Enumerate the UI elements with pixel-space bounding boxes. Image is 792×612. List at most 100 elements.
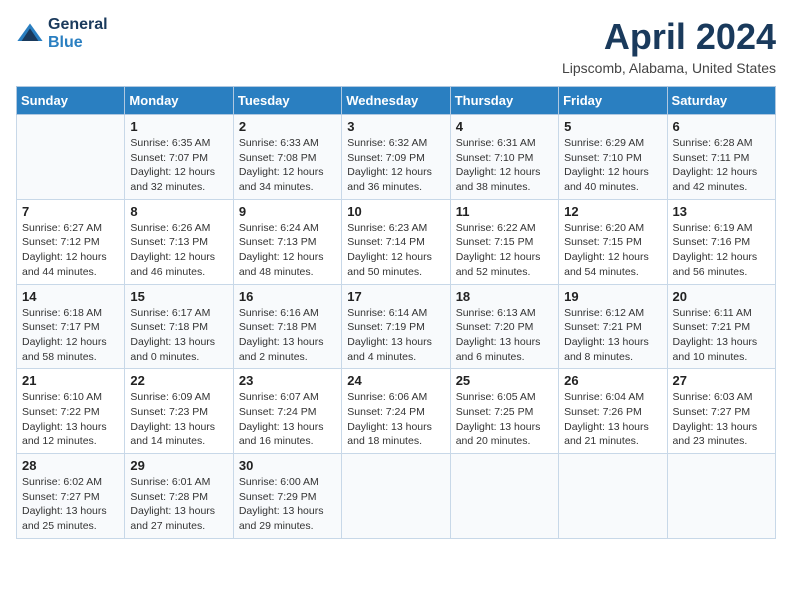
- day-number: 14: [22, 289, 119, 304]
- day-number: 20: [673, 289, 770, 304]
- day-number: 5: [564, 119, 661, 134]
- day-info: Sunrise: 6:07 AM Sunset: 7:24 PM Dayligh…: [239, 390, 336, 449]
- day-number: 23: [239, 373, 336, 388]
- weekday-header: Saturday: [667, 87, 775, 115]
- calendar-cell: [450, 454, 558, 539]
- day-number: 13: [673, 204, 770, 219]
- day-info: Sunrise: 6:23 AM Sunset: 7:14 PM Dayligh…: [347, 221, 444, 280]
- calendar-cell: 30Sunrise: 6:00 AM Sunset: 7:29 PM Dayli…: [233, 454, 341, 539]
- day-info: Sunrise: 6:14 AM Sunset: 7:19 PM Dayligh…: [347, 306, 444, 365]
- calendar-week-row: 14 Sunrise: 6:18 AM Sunset: 7:17 PM Dayli…: [17, 284, 776, 369]
- day-number: 22: [130, 373, 227, 388]
- day-number: 10: [347, 204, 444, 219]
- weekday-header: Friday: [559, 87, 667, 115]
- day-info: Sunrise: 6:31 AM Sunset: 7:10 PM Dayligh…: [456, 136, 553, 195]
- day-info: Sunrise: 6:35 AM Sunset: 7:07 PM Dayligh…: [130, 136, 227, 195]
- logo-icon: [16, 20, 44, 48]
- day-number: 18: [456, 289, 553, 304]
- day-info: Sunrise: 6:18 AM Sunset: 7:17 PM Dayligh…: [22, 306, 119, 365]
- day-number: 8: [130, 204, 227, 219]
- day-number: 9: [239, 204, 336, 219]
- calendar-cell: 20 Sunrise: 6:11 AM Sunset: 7:21 PM Dayli…: [667, 284, 775, 369]
- day-number: 7: [22, 204, 119, 219]
- day-info: Sunrise: 6:28 AM Sunset: 7:11 PM Dayligh…: [673, 136, 770, 195]
- day-info: Sunrise: 6:16 AM Sunset: 7:18 PM Dayligh…: [239, 306, 336, 365]
- day-number: 21: [22, 373, 119, 388]
- weekday-header: Monday: [125, 87, 233, 115]
- weekday-header-row: SundayMondayTuesdayWednesdayThursdayFrid…: [17, 87, 776, 115]
- day-number: 6: [673, 119, 770, 134]
- calendar-cell: 13Sunrise: 6:19 AM Sunset: 7:16 PM Dayli…: [667, 199, 775, 284]
- day-number: 17: [347, 289, 444, 304]
- calendar-cell: 23 Sunrise: 6:07 AM Sunset: 7:24 PM Dayli…: [233, 369, 341, 454]
- calendar-cell: [17, 115, 125, 200]
- calendar-table: SundayMondayTuesdayWednesdayThursdayFrid…: [16, 86, 776, 539]
- calendar-cell: 28 Sunrise: 6:02 AM Sunset: 7:27 PM Dayli…: [17, 454, 125, 539]
- day-info: Sunrise: 6:04 AM Sunset: 7:26 PM Dayligh…: [564, 390, 661, 449]
- day-number: 3: [347, 119, 444, 134]
- calendar-cell: 22 Sunrise: 6:09 AM Sunset: 7:23 PM Dayli…: [125, 369, 233, 454]
- calendar-subtitle: Lipscomb, Alabama, United States: [562, 60, 776, 76]
- weekday-header: Thursday: [450, 87, 558, 115]
- day-number: 26: [564, 373, 661, 388]
- day-info: Sunrise: 6:33 AM Sunset: 7:08 PM Dayligh…: [239, 136, 336, 195]
- calendar-cell: 25 Sunrise: 6:05 AM Sunset: 7:25 PM Dayli…: [450, 369, 558, 454]
- day-info: Sunrise: 6:27 AM Sunset: 7:12 PM Dayligh…: [22, 221, 119, 280]
- day-info: Sunrise: 6:29 AM Sunset: 7:10 PM Dayligh…: [564, 136, 661, 195]
- calendar-cell: 26 Sunrise: 6:04 AM Sunset: 7:26 PM Dayli…: [559, 369, 667, 454]
- day-info: Sunrise: 6:01 AM Sunset: 7:28 PM Dayligh…: [130, 475, 227, 534]
- day-number: 1: [130, 119, 227, 134]
- calendar-week-row: 21 Sunrise: 6:10 AM Sunset: 7:22 PM Dayli…: [17, 369, 776, 454]
- day-info: Sunrise: 6:22 AM Sunset: 7:15 PM Dayligh…: [456, 221, 553, 280]
- day-number: 28: [22, 458, 119, 473]
- calendar-cell: [342, 454, 450, 539]
- day-info: Sunrise: 6:11 AM Sunset: 7:21 PM Dayligh…: [673, 306, 770, 365]
- day-info: Sunrise: 6:20 AM Sunset: 7:15 PM Dayligh…: [564, 221, 661, 280]
- day-info: Sunrise: 6:32 AM Sunset: 7:09 PM Dayligh…: [347, 136, 444, 195]
- day-number: 2: [239, 119, 336, 134]
- calendar-cell: 14 Sunrise: 6:18 AM Sunset: 7:17 PM Dayli…: [17, 284, 125, 369]
- day-info: Sunrise: 6:06 AM Sunset: 7:24 PM Dayligh…: [347, 390, 444, 449]
- day-info: Sunrise: 6:26 AM Sunset: 7:13 PM Dayligh…: [130, 221, 227, 280]
- day-info: Sunrise: 6:05 AM Sunset: 7:25 PM Dayligh…: [456, 390, 553, 449]
- day-number: 16: [239, 289, 336, 304]
- day-number: 4: [456, 119, 553, 134]
- calendar-title: April 2024: [562, 16, 776, 58]
- day-info: Sunrise: 6:03 AM Sunset: 7:27 PM Dayligh…: [673, 390, 770, 449]
- calendar-cell: 18Sunrise: 6:13 AM Sunset: 7:20 PM Dayli…: [450, 284, 558, 369]
- day-info: Sunrise: 6:12 AM Sunset: 7:21 PM Dayligh…: [564, 306, 661, 365]
- day-number: 11: [456, 204, 553, 219]
- calendar-cell: 3 Sunrise: 6:32 AM Sunset: 7:09 PM Daylig…: [342, 115, 450, 200]
- day-number: 19: [564, 289, 661, 304]
- calendar-cell: 19 Sunrise: 6:12 AM Sunset: 7:21 PM Dayli…: [559, 284, 667, 369]
- calendar-cell: 4 Sunrise: 6:31 AM Sunset: 7:10 PM Daylig…: [450, 115, 558, 200]
- calendar-cell: 6 Sunrise: 6:28 AM Sunset: 7:11 PM Daylig…: [667, 115, 775, 200]
- calendar-cell: [667, 454, 775, 539]
- calendar-cell: 11 Sunrise: 6:22 AM Sunset: 7:15 PM Dayli…: [450, 199, 558, 284]
- calendar-cell: 21 Sunrise: 6:10 AM Sunset: 7:22 PM Dayli…: [17, 369, 125, 454]
- calendar-cell: 7 Sunrise: 6:27 AM Sunset: 7:12 PM Daylig…: [17, 199, 125, 284]
- day-number: 12: [564, 204, 661, 219]
- day-number: 24: [347, 373, 444, 388]
- calendar-cell: 8 Sunrise: 6:26 AM Sunset: 7:13 PM Daylig…: [125, 199, 233, 284]
- logo: General Blue: [16, 16, 108, 52]
- title-block: April 2024 Lipscomb, Alabama, United Sta…: [562, 16, 776, 76]
- page-header: General Blue April 2024 Lipscomb, Alabam…: [16, 16, 776, 76]
- calendar-cell: 24 Sunrise: 6:06 AM Sunset: 7:24 PM Dayli…: [342, 369, 450, 454]
- calendar-week-row: 1 Sunrise: 6:35 AM Sunset: 7:07 PM Daylig…: [17, 115, 776, 200]
- calendar-cell: 5 Sunrise: 6:29 AM Sunset: 7:10 PM Daylig…: [559, 115, 667, 200]
- calendar-cell: 15Sunrise: 6:17 AM Sunset: 7:18 PM Dayli…: [125, 284, 233, 369]
- day-number: 30: [239, 458, 336, 473]
- day-info: Sunrise: 6:02 AM Sunset: 7:27 PM Dayligh…: [22, 475, 119, 534]
- day-info: Sunrise: 6:10 AM Sunset: 7:22 PM Dayligh…: [22, 390, 119, 449]
- day-info: Sunrise: 6:24 AM Sunset: 7:13 PM Dayligh…: [239, 221, 336, 280]
- calendar-cell: 10 Sunrise: 6:23 AM Sunset: 7:14 PM Dayli…: [342, 199, 450, 284]
- day-number: 27: [673, 373, 770, 388]
- day-info: Sunrise: 6:09 AM Sunset: 7:23 PM Dayligh…: [130, 390, 227, 449]
- day-number: 25: [456, 373, 553, 388]
- calendar-cell: 12 Sunrise: 6:20 AM Sunset: 7:15 PM Dayli…: [559, 199, 667, 284]
- logo-text: General Blue: [48, 16, 108, 52]
- day-info: Sunrise: 6:17 AM Sunset: 7:18 PM Dayligh…: [130, 306, 227, 365]
- calendar-cell: 17 Sunrise: 6:14 AM Sunset: 7:19 PM Dayli…: [342, 284, 450, 369]
- calendar-week-row: 7 Sunrise: 6:27 AM Sunset: 7:12 PM Daylig…: [17, 199, 776, 284]
